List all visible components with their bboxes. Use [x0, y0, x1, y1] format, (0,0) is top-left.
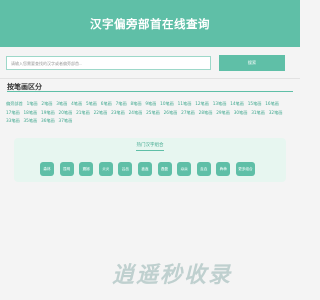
- stroke-link[interactable]: 21笔画: [76, 110, 90, 116]
- stroke-link[interactable]: 11笔画: [178, 101, 192, 107]
- stroke-link[interactable]: 3笔画: [56, 101, 67, 107]
- hot-combinations-title: 热门汉字组合: [136, 143, 164, 148]
- hot-combination-list: 森林 昆明 震撼 炎炎 吕品 鑫鑫 磊磊 焱焱 垚垚 犇犇 更多组合: [40, 162, 255, 176]
- stroke-link[interactable]: 4笔画: [71, 101, 82, 107]
- hot-combination-button[interactable]: 吕品: [118, 162, 133, 176]
- hot-combination-button[interactable]: 犇犇: [216, 162, 231, 176]
- stroke-link[interactable]: 5笔画: [86, 101, 97, 107]
- stroke-link[interactable]: 12笔画: [195, 101, 209, 107]
- header-bar: 汉字偏旁部首在线查询: [0, 0, 300, 47]
- search-button[interactable]: 搜索: [219, 55, 285, 71]
- search-input[interactable]: [6, 56, 211, 70]
- stroke-link[interactable]: 37笔画: [59, 118, 73, 124]
- hot-combination-button[interactable]: 炎炎: [98, 162, 113, 176]
- stroke-link[interactable]: 26笔画: [164, 110, 178, 116]
- hot-combination-button[interactable]: 昆明: [59, 162, 74, 176]
- title-underline: [136, 150, 164, 151]
- hot-combination-button[interactable]: 磊磊: [157, 162, 172, 176]
- stroke-link[interactable]: 29笔画: [216, 110, 230, 116]
- stroke-link[interactable]: 22笔画: [94, 110, 108, 116]
- section-underline: [7, 91, 293, 92]
- stroke-link[interactable]: 31笔画: [251, 110, 265, 116]
- divider: [0, 78, 300, 79]
- stroke-link-list: 偏旁部首 1笔画 2笔画 3笔画 4笔画 5笔画 6笔画 7笔画 8笔画 9笔画…: [6, 101, 296, 124]
- stroke-link[interactable]: 17笔画: [6, 110, 20, 116]
- stroke-link[interactable]: 20笔画: [59, 110, 73, 116]
- stroke-link[interactable]: 偏旁部首: [6, 101, 23, 107]
- stroke-link[interactable]: 9笔画: [145, 101, 156, 107]
- hot-combination-button[interactable]: 震撼: [79, 162, 94, 176]
- stroke-link[interactable]: 1笔画: [27, 101, 38, 107]
- stroke-link[interactable]: 27笔画: [181, 110, 195, 116]
- stroke-link[interactable]: 19笔画: [41, 110, 55, 116]
- stroke-link[interactable]: 23笔画: [111, 110, 125, 116]
- stroke-link[interactable]: 33笔画: [6, 118, 20, 124]
- stroke-link[interactable]: 15笔画: [248, 101, 262, 107]
- stroke-link[interactable]: 16笔画: [265, 101, 279, 107]
- stroke-link[interactable]: 7笔画: [116, 101, 127, 107]
- hot-combinations-panel: 热门汉字组合 森林 昆明 震撼 炎炎 吕品 鑫鑫 磊磊 焱焱 垚垚 犇犇 更多组…: [14, 138, 286, 182]
- stroke-link[interactable]: 36笔画: [41, 118, 55, 124]
- stroke-link[interactable]: 28笔画: [199, 110, 213, 116]
- hot-combination-button[interactable]: 焱焱: [177, 162, 192, 176]
- stroke-link[interactable]: 10笔画: [160, 101, 174, 107]
- hot-combination-button[interactable]: 垚垚: [196, 162, 211, 176]
- stroke-link[interactable]: 35笔画: [24, 118, 38, 124]
- hot-combination-button[interactable]: 森林: [40, 162, 54, 176]
- watermark-logo: 逍遥秒收录: [112, 263, 233, 288]
- stroke-link[interactable]: 2笔画: [41, 101, 52, 107]
- stroke-link[interactable]: 30笔画: [234, 110, 248, 116]
- stroke-link[interactable]: 18笔画: [24, 110, 38, 116]
- stroke-link[interactable]: 14笔画: [230, 101, 244, 107]
- stroke-link[interactable]: 13笔画: [213, 101, 227, 107]
- site-title: 汉字偏旁部首在线查询: [90, 16, 210, 31]
- hot-combination-button[interactable]: 鑫鑫: [137, 162, 152, 176]
- stroke-link[interactable]: 6笔画: [101, 101, 112, 107]
- stroke-link[interactable]: 8笔画: [130, 101, 141, 107]
- more-combinations-button[interactable]: 更多组合: [235, 162, 255, 176]
- stroke-link[interactable]: 25笔画: [146, 110, 160, 116]
- stroke-link[interactable]: 24笔画: [129, 110, 143, 116]
- stroke-link[interactable]: 32笔画: [269, 110, 283, 116]
